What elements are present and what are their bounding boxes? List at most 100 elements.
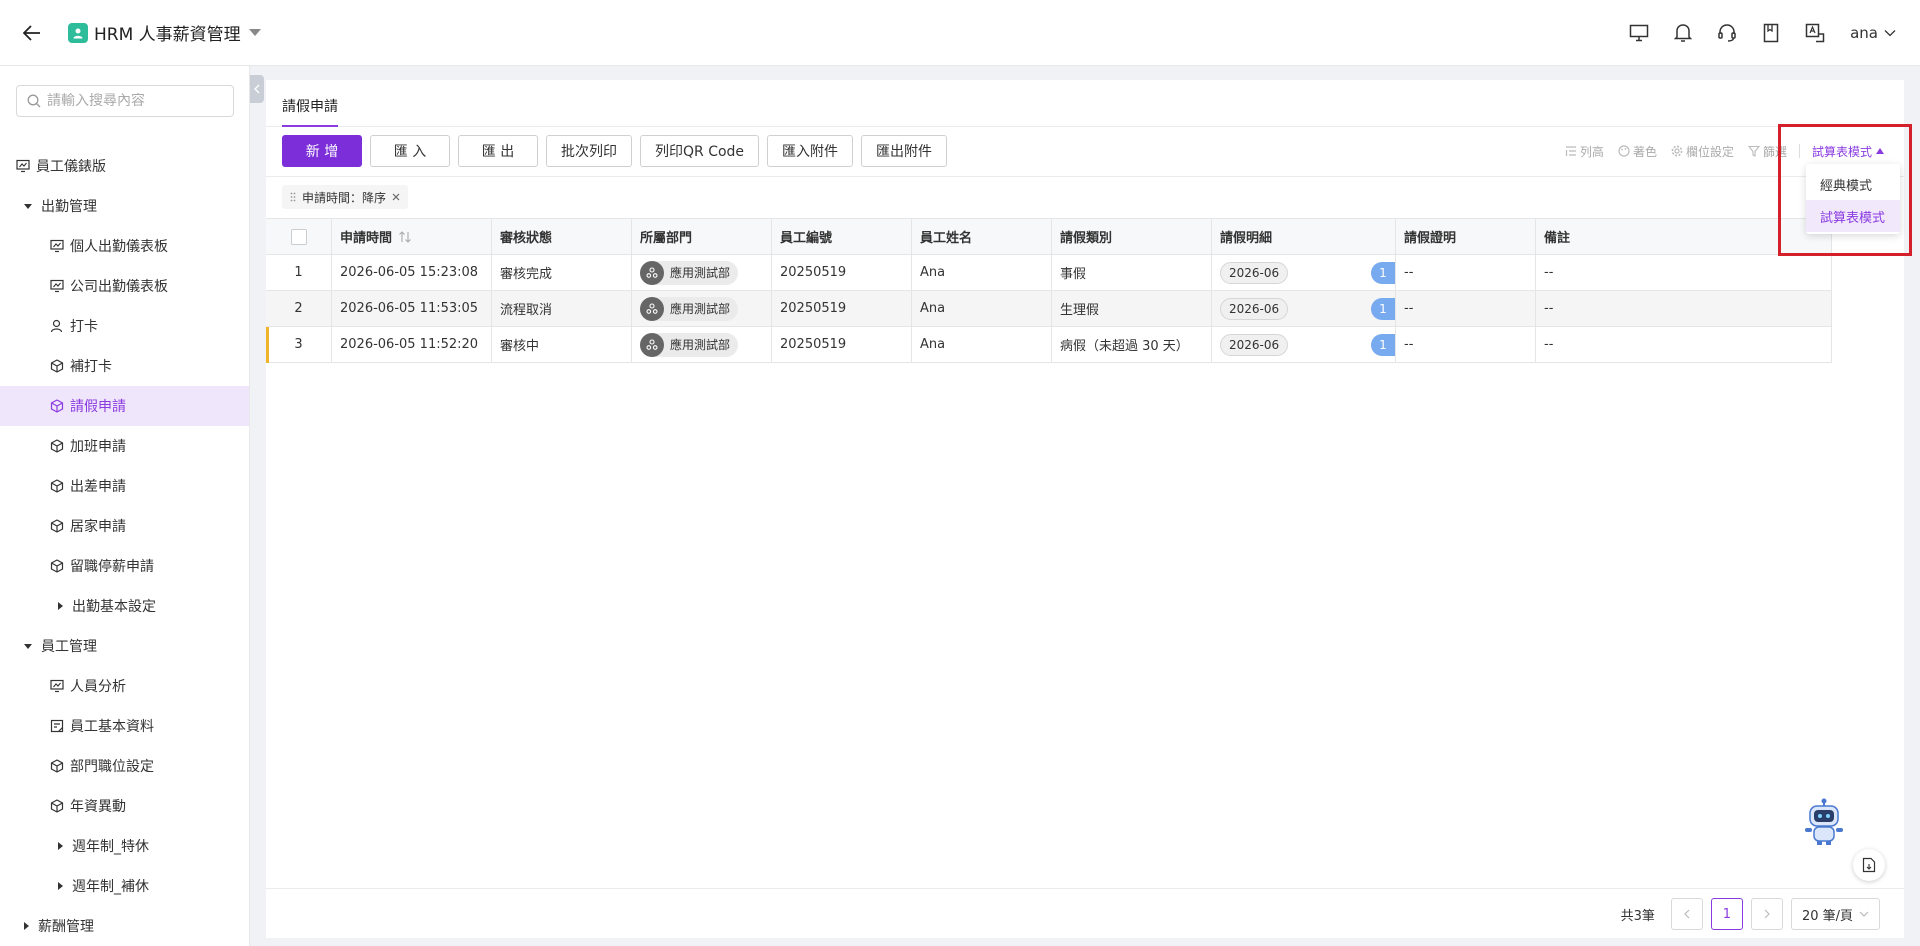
robot-assistant-icon[interactable] [1802, 798, 1846, 846]
caret-down-icon [24, 643, 32, 649]
leave-detail-pill[interactable]: 2026-06 [1220, 333, 1289, 356]
chevron-down-icon [1884, 30, 1896, 37]
sidebar-item-3[interactable]: 公司出勤儀表板 [0, 266, 249, 306]
headset-icon[interactable] [1716, 22, 1738, 44]
gear-icon [1671, 145, 1683, 157]
tab-leave-request[interactable]: 請假申請 [282, 96, 338, 127]
document-export-icon[interactable] [1853, 849, 1885, 881]
select-all-cell [266, 219, 332, 254]
sidebar-item-15[interactable]: 部門職位設定 [0, 746, 249, 786]
book-icon[interactable] [1760, 22, 1782, 44]
table-row[interactable]: 3 2026-06-05 11:52:20 審核中 應用測試部 20250519 Ana 病… [266, 327, 1832, 363]
column-header-apply-time[interactable]: 申請時間 [332, 219, 492, 254]
back-arrow-icon[interactable] [22, 23, 42, 43]
column-header-leave-proof[interactable]: 請假證明 [1396, 219, 1536, 254]
sort-chip-row: 申請時間：降序 [266, 176, 1904, 210]
cube-icon [50, 799, 64, 813]
sidebar-item-label: 員工儀錶版 [36, 159, 106, 175]
leave-detail-cell[interactable]: 2026-06 1 [1212, 327, 1396, 362]
app-switch-caret-icon[interactable] [248, 29, 261, 36]
export-button[interactable]: 匯 出 [458, 135, 538, 167]
sidebar-item-9[interactable]: 居家申請 [0, 506, 249, 546]
column-header-employee-name[interactable]: 員工姓名 [912, 219, 1052, 254]
sidebar-item-10[interactable]: 留職停薪申請 [0, 546, 249, 586]
column-settings-label: 欄位設定 [1685, 144, 1734, 159]
toolbar: 新 增 匯 入 匯 出 批次列印 列印QR Code 匯入附件 匯出附件 [282, 135, 948, 167]
view-mode-toggle[interactable]: 試算表模式 [1812, 143, 1884, 160]
spreadsheet-mode-option[interactable]: 試算表模式 [1806, 200, 1900, 232]
table-row[interactable]: 2 2026-06-05 11:53:05 流程取消 應用測試部 20250519 Ana… [266, 291, 1832, 327]
leave-detail-pill[interactable]: 2026-06 [1220, 261, 1289, 284]
sidebar-search[interactable] [16, 85, 234, 117]
bell-icon[interactable] [1672, 22, 1694, 44]
page-number-button[interactable]: 1 [1710, 898, 1743, 930]
sidebar-item-17[interactable]: 週年制_特休 [0, 826, 249, 866]
leave-detail-cell[interactable]: 2026-06 1 [1212, 291, 1396, 326]
import-button[interactable]: 匯 入 [370, 135, 450, 167]
leave-proof-cell: -- [1396, 255, 1536, 290]
column-header-department[interactable]: 所屬部門 [632, 219, 772, 254]
filter-button[interactable]: 篩選 [1747, 143, 1787, 160]
sidebar-item-7[interactable]: 加班申請 [0, 426, 249, 466]
department-name: 應用測試部 [670, 302, 731, 316]
page-size-select[interactable]: 20 筆/頁 [1790, 898, 1880, 930]
leave-detail-pill[interactable]: 2026-06 [1220, 297, 1289, 320]
table-body: 1 2026-06-05 15:23:08 審核完成 應用測試部 20250519 Ana… [266, 255, 1832, 363]
color-button[interactable]: 著色 [1618, 143, 1657, 160]
sidebar-collapse-handle[interactable] [250, 75, 264, 103]
sidebar-item-1[interactable]: 出勤管理 [0, 186, 249, 226]
user-menu[interactable]: ana [1850, 24, 1896, 42]
print-qr-code-button[interactable]: 列印QR Code [640, 135, 760, 167]
row-height-button[interactable]: 列高 [1565, 143, 1604, 160]
sidebar-item-6[interactable]: 請假申請 [0, 386, 249, 426]
chevron-down-icon [1859, 911, 1869, 917]
column-header-leave-type[interactable]: 請假類別 [1052, 219, 1212, 254]
employee-id-cell: 20250519 [772, 291, 912, 326]
close-icon[interactable] [392, 193, 400, 201]
sidebar-item-0[interactable]: 員工儀錶版 [0, 146, 249, 186]
sidebar-item-14[interactable]: 員工基本資料 [0, 706, 249, 746]
add-button[interactable]: 新 增 [282, 135, 362, 167]
leave-request-table: 申請時間 審核狀態 所屬部門 員工編號 員工姓名 請假類別 請假明細 請假證明 … [266, 218, 1832, 363]
sidebar-item-4[interactable]: 打卡 [0, 306, 249, 346]
column-header-employee-id[interactable]: 員工編號 [772, 219, 912, 254]
sidebar-item-16[interactable]: 年資異動 [0, 786, 249, 826]
sort-icon[interactable] [398, 230, 412, 243]
department-tag: 應用測試部 [640, 296, 739, 321]
sidebar-item-11[interactable]: 出勤基本設定 [0, 586, 249, 626]
sidebar-item-label: 打卡 [70, 319, 98, 335]
sidebar-item-19[interactable]: 薪酬管理 [0, 906, 249, 946]
leave-detail-count: 1 [1371, 262, 1395, 284]
status-cell: 審核中 [492, 327, 632, 362]
sidebar-search-input[interactable] [47, 93, 227, 109]
column-header-leave-detail[interactable]: 請假明細 [1212, 219, 1396, 254]
leave-type-cell: 生理假 [1052, 291, 1212, 326]
sidebar-item-8[interactable]: 出差申請 [0, 466, 249, 506]
monitor-icon[interactable] [1628, 22, 1650, 44]
column-settings-button[interactable]: 欄位設定 [1671, 143, 1734, 160]
sidebar-item-13[interactable]: 人員分析 [0, 666, 249, 706]
table-header-row: 申請時間 審核狀態 所屬部門 員工編號 員工姓名 請假類別 請假明細 請假證明 … [266, 219, 1832, 255]
table-row[interactable]: 1 2026-06-05 15:23:08 審核完成 應用測試部 20250519 Ana… [266, 255, 1832, 291]
dashboard-icon [16, 159, 30, 173]
filter-label: 篩選 [1762, 144, 1787, 159]
column-header-status[interactable]: 審核狀態 [492, 219, 632, 254]
select-all-checkbox[interactable] [290, 228, 307, 245]
sidebar-item-18[interactable]: 週年制_補休 [0, 866, 249, 906]
import-attachment-button[interactable]: 匯入附件 [767, 135, 854, 167]
sort-chip[interactable]: 申請時間：降序 [282, 185, 409, 209]
translate-icon[interactable] [1804, 22, 1826, 44]
sidebar-item-5[interactable]: 補打卡 [0, 346, 249, 386]
column-header-note[interactable]: 備註 [1536, 219, 1832, 254]
batch-print-button[interactable]: 批次列印 [546, 135, 632, 167]
leave-detail-cell[interactable]: 2026-06 1 [1212, 255, 1396, 290]
department-cell: 應用測試部 [632, 255, 772, 290]
next-page-button[interactable] [1750, 898, 1783, 930]
sidebar-item-2[interactable]: 個人出勤儀表板 [0, 226, 249, 266]
dashboard-icon [50, 279, 64, 293]
classic-mode-option[interactable]: 經典模式 [1806, 168, 1900, 200]
toolbar-divider [1798, 144, 1800, 158]
sidebar-item-12[interactable]: 員工管理 [0, 626, 249, 666]
export-attachment-button[interactable]: 匯出附件 [861, 135, 948, 167]
prev-page-button[interactable] [1670, 898, 1703, 930]
